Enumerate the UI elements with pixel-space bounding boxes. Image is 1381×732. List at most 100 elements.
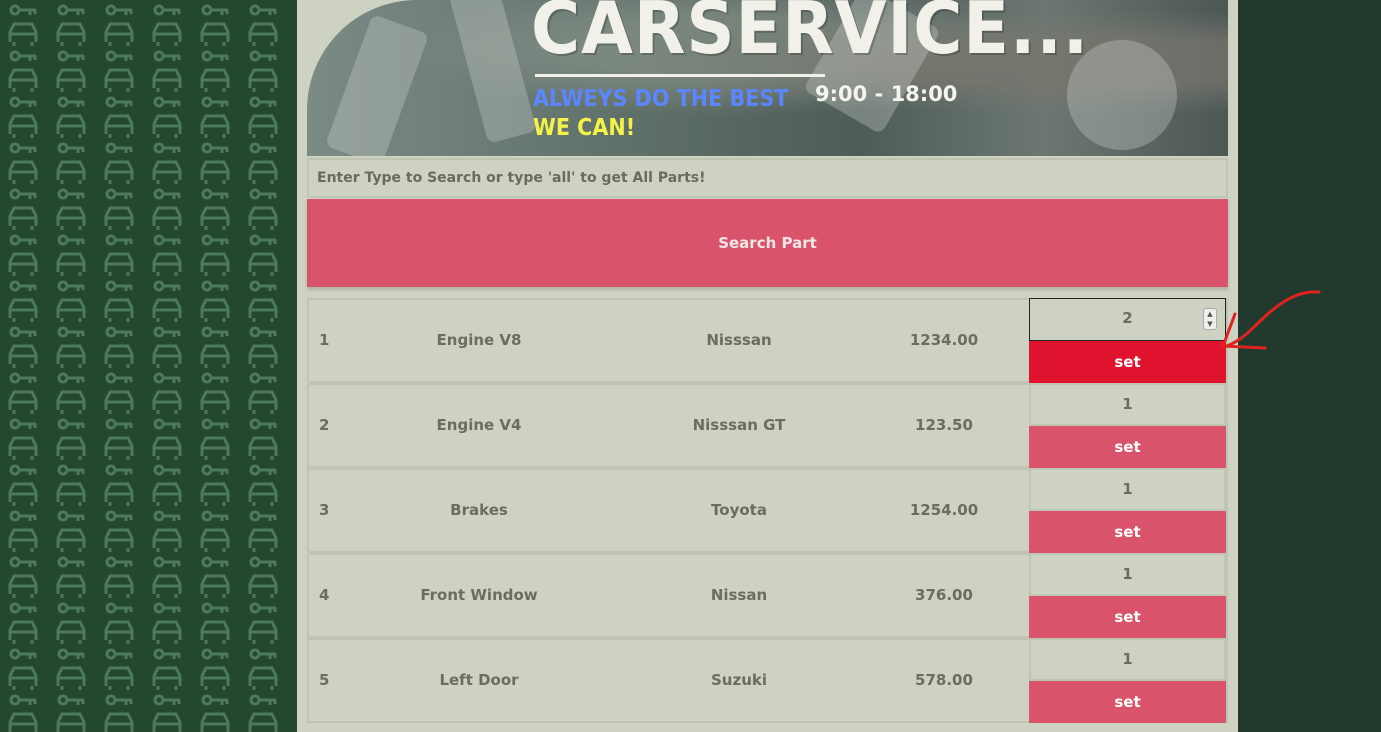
car-key-icon	[248, 4, 278, 46]
tagline-line2: WE CAN!	[533, 115, 636, 141]
part-brand: Nissan	[710, 586, 768, 604]
car-key-icon	[104, 464, 134, 506]
part-name: Engine V4	[436, 416, 522, 434]
car-key-icon	[152, 510, 182, 552]
car-key-icon	[200, 372, 230, 414]
car-key-icon	[248, 188, 278, 230]
car-key-icon	[56, 326, 86, 368]
tagline-line1: ALWEYS DO THE BEST	[533, 86, 789, 112]
car-key-icon	[8, 510, 38, 552]
part-name: Left Door	[439, 671, 519, 689]
red-arrow-icon	[1221, 290, 1321, 350]
car-key-icon	[152, 280, 182, 322]
car-key-icon	[248, 50, 278, 92]
car-key-icon	[248, 234, 278, 276]
quantity-input[interactable]: 1	[1029, 553, 1226, 596]
car-key-icon	[152, 694, 182, 732]
car-key-icon	[56, 188, 86, 230]
car-key-icon	[248, 372, 278, 414]
set-quantity-button[interactable]: set	[1029, 426, 1226, 468]
car-key-icon	[104, 694, 134, 732]
car-key-icon	[56, 234, 86, 276]
title-underline	[535, 74, 825, 77]
part-row: 4 Front Window Nissan 376.00 1 set	[307, 553, 1228, 638]
part-price: 376.00	[915, 586, 973, 604]
car-key-icon	[104, 510, 134, 552]
quantity-value: 1	[1122, 565, 1133, 583]
quantity-input[interactable]: 1	[1029, 638, 1226, 681]
part-brand: Nisssan	[706, 331, 772, 349]
car-key-icon	[152, 418, 182, 460]
quantity-input[interactable]: 1	[1029, 468, 1226, 511]
part-name: Brakes	[450, 501, 508, 519]
car-key-icon	[104, 418, 134, 460]
background-pattern	[0, 0, 297, 732]
set-quantity-button[interactable]: set	[1029, 511, 1226, 553]
car-key-icon	[248, 602, 278, 644]
tool-shape	[447, 0, 537, 144]
car-key-icon	[104, 372, 134, 414]
car-key-icon	[200, 602, 230, 644]
car-key-icon	[104, 648, 134, 690]
car-key-icon	[104, 50, 134, 92]
car-key-icon	[104, 188, 134, 230]
car-key-icon	[56, 96, 86, 138]
car-key-icon	[248, 510, 278, 552]
set-quantity-button[interactable]: set	[1029, 681, 1226, 723]
car-key-icon	[56, 648, 86, 690]
car-key-icon	[200, 510, 230, 552]
car-key-icon	[8, 96, 38, 138]
car-key-icon	[200, 418, 230, 460]
part-row: 3 Brakes Toyota 1254.00 1 set	[307, 468, 1228, 553]
car-key-icon	[56, 694, 86, 732]
quantity-value: 1	[1122, 480, 1133, 498]
car-key-icon	[56, 464, 86, 506]
car-key-icon	[104, 326, 134, 368]
search-part-button[interactable]: Search Part	[307, 199, 1228, 287]
car-key-icon	[248, 96, 278, 138]
part-row: 1 Engine V8 Nisssan 1234.00 2 ▲ ▼ set	[307, 298, 1228, 383]
car-key-icon	[8, 234, 38, 276]
car-key-icon	[248, 464, 278, 506]
main-container: CARSERVICE... ALWEYS DO THE BEST WE CAN!…	[297, 0, 1238, 732]
car-key-icon	[200, 464, 230, 506]
quantity-value: 1	[1122, 650, 1133, 668]
part-id: 1	[319, 331, 330, 349]
quantity-input[interactable]: 1	[1029, 383, 1226, 426]
car-key-icon	[56, 602, 86, 644]
car-key-icon	[200, 556, 230, 598]
car-key-icon	[8, 372, 38, 414]
car-key-icon	[152, 372, 182, 414]
car-key-icon	[200, 280, 230, 322]
part-brand: Toyota	[711, 501, 767, 519]
car-key-icon	[152, 4, 182, 46]
car-key-icon	[56, 280, 86, 322]
part-id: 3	[319, 501, 330, 519]
car-key-icon	[8, 142, 38, 184]
car-key-icon	[152, 142, 182, 184]
part-id: 4	[319, 586, 330, 604]
car-key-pattern	[8, 4, 278, 732]
set-quantity-button[interactable]: set	[1029, 341, 1226, 383]
car-key-icon	[152, 464, 182, 506]
car-key-icon	[56, 372, 86, 414]
car-key-icon	[8, 4, 38, 46]
car-key-icon	[152, 96, 182, 138]
car-key-icon	[56, 510, 86, 552]
search-input[interactable]	[307, 158, 1228, 198]
part-id: 5	[319, 671, 330, 689]
tool-shape	[324, 13, 430, 156]
car-key-icon	[200, 694, 230, 732]
set-quantity-button[interactable]: set	[1029, 596, 1226, 638]
car-key-icon	[56, 418, 86, 460]
car-key-icon	[104, 96, 134, 138]
car-key-icon	[248, 556, 278, 598]
car-key-icon	[56, 50, 86, 92]
car-key-icon	[56, 556, 86, 598]
car-key-icon	[104, 602, 134, 644]
part-brand: Nisssan GT	[692, 416, 786, 434]
car-key-icon	[200, 4, 230, 46]
quantity-input[interactable]: 2 ▲ ▼	[1029, 298, 1226, 341]
car-key-icon	[200, 326, 230, 368]
part-row: 5 Left Door Suzuki 578.00 1 set	[307, 638, 1228, 723]
